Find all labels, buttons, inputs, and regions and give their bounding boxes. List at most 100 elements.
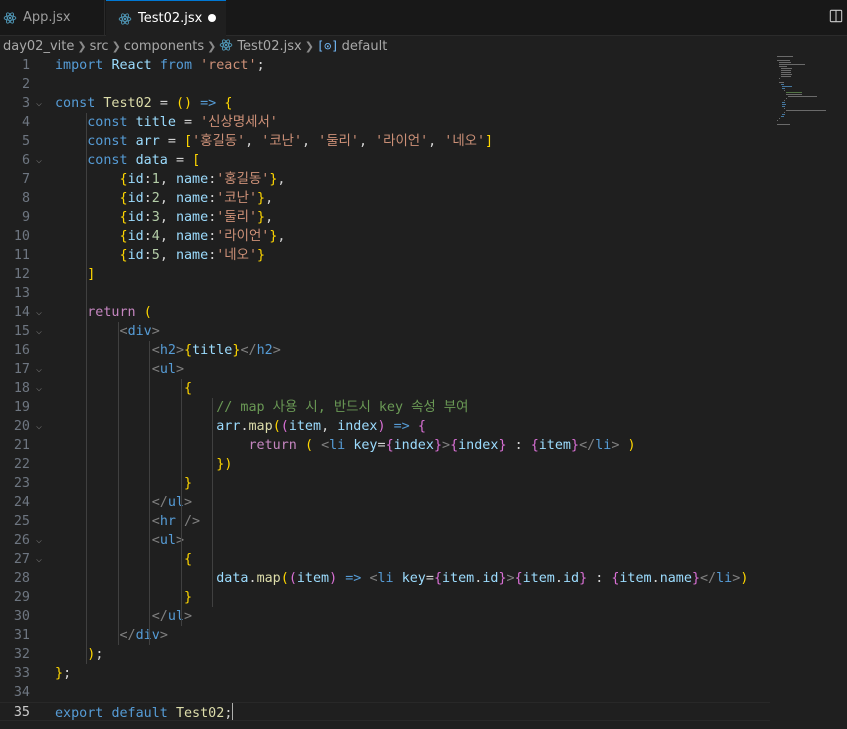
breadcrumb-item-components[interactable]: components: [124, 39, 204, 54]
code-line[interactable]: 10 {id:4, name:'라이언'},: [0, 227, 770, 246]
code-line[interactable]: 12 ]: [0, 265, 770, 284]
indent-guide: [212, 398, 213, 607]
fold-chevron-icon[interactable]: ⌵: [36, 151, 42, 170]
fold-chevron-icon[interactable]: ⌵: [36, 360, 42, 379]
code-text: return ( <li key={index}>{index} : {item…: [248, 438, 636, 453]
line-number: 20: [13, 419, 30, 434]
line-number: 31: [13, 628, 30, 643]
code-line[interactable]: 14 ⌵ return (: [0, 303, 770, 322]
code-line[interactable]: 6 ⌵ const data = [: [0, 151, 770, 170]
code-line[interactable]: 26 ⌵ <ul>: [0, 531, 770, 550]
minimap-line: [777, 60, 791, 61]
breadcrumb-item-project[interactable]: day02_vite: [3, 39, 74, 54]
line-number: 4: [21, 115, 30, 130]
minimap-line: [778, 118, 780, 119]
tab-test02-jsx[interactable]: Test02.jsx: [106, 0, 226, 36]
code-editor[interactable]: 1 import React from 'react'; 2 3 ⌵ const Test…: [0, 56, 847, 729]
line-number: 19: [13, 400, 30, 415]
breadcrumb-item-file[interactable]: Test02.jsx: [219, 38, 302, 54]
code-text: };: [55, 666, 72, 681]
code-line[interactable]: 7 {id:1, name:'홍길동'},: [0, 170, 770, 189]
minimap-line: [782, 104, 786, 105]
minimap-line: [778, 82, 784, 83]
code-line[interactable]: 29 }: [0, 588, 770, 607]
fold-chevron-icon[interactable]: ⌵: [36, 322, 42, 341]
code-text: const arr = ['홍길동', '코난', '둘리', '라이언', '…: [87, 134, 494, 149]
split-editor-icon[interactable]: [829, 9, 843, 23]
code-line[interactable]: 21 return ( <li key={index}>{index} : {i…: [0, 436, 770, 455]
minimap-line: [784, 112, 785, 113]
code-line[interactable]: 33};: [0, 664, 770, 683]
tab-app-jsx[interactable]: App.jsx: [0, 0, 105, 35]
code-line[interactable]: 22 }): [0, 455, 770, 474]
line-number: 6: [21, 153, 30, 168]
code-text: </ul>: [151, 609, 193, 624]
minimap-line: [782, 102, 786, 103]
line-number: 25: [13, 514, 30, 529]
code-line[interactable]: 23 }: [0, 474, 770, 493]
fold-chevron-icon[interactable]: ⌵: [36, 303, 42, 322]
fold-chevron-icon[interactable]: ⌵: [36, 531, 42, 550]
code-line[interactable]: 32 );: [0, 645, 770, 664]
line-number: 7: [21, 172, 30, 187]
code-line[interactable]: 30 </ul>: [0, 607, 770, 626]
code-line[interactable]: 16 <h2>{title}</h2>: [0, 341, 770, 360]
line-number: 14: [13, 305, 30, 320]
fold-chevron-icon[interactable]: ⌵: [36, 379, 42, 398]
breadcrumb-item-src[interactable]: src: [90, 39, 109, 54]
line-number: 34: [13, 685, 30, 700]
minimap-line: [778, 62, 792, 63]
chevron-right-icon: ❯: [304, 39, 314, 53]
line-number: 30: [13, 609, 30, 624]
minimap-line: [780, 72, 792, 73]
code-line[interactable]: 28 data.map((item) => <li key={item.id}>…: [0, 569, 770, 588]
minimap-line: [786, 110, 826, 111]
code-line[interactable]: 4 const title = '신상명세서': [0, 113, 770, 132]
code-line[interactable]: 2: [0, 75, 770, 94]
code-line[interactable]: 9 {id:3, name:'둘리'},: [0, 208, 770, 227]
code-text: {id:3, name:'둘리'},: [119, 210, 274, 225]
code-text: }): [216, 457, 233, 472]
code-text: </div>: [119, 628, 168, 643]
line-number: 16: [13, 343, 30, 358]
line-number: 24: [13, 495, 30, 510]
minimap-line: [787, 96, 817, 97]
code-line[interactable]: 18 ⌵ {: [0, 379, 770, 398]
code-line[interactable]: 25 <hr />: [0, 512, 770, 531]
code-text: const Test02 = () => {: [55, 96, 233, 111]
line-number: 33: [13, 666, 30, 681]
code-line[interactable]: 5 const arr = ['홍길동', '코난', '둘리', '라이언',…: [0, 132, 770, 151]
code-line[interactable]: 27 ⌵ {: [0, 550, 770, 569]
code-line[interactable]: 31 </div>: [0, 626, 770, 645]
breadcrumb-item-symbol[interactable]: [⊙] default: [317, 39, 387, 54]
code-line[interactable]: 17 ⌵ <ul>: [0, 360, 770, 379]
line-number: 22: [13, 457, 30, 472]
code-line[interactable]: 19 // map 사용 시, 반드시 key 속성 부여: [0, 398, 770, 417]
minimap-line: [782, 114, 786, 115]
fold-chevron-icon[interactable]: ⌵: [36, 94, 42, 113]
code-line[interactable]: 34: [0, 683, 770, 702]
code-text: {: [184, 381, 193, 396]
minimap-line: [784, 108, 785, 109]
fold-chevron-icon[interactable]: ⌵: [36, 417, 42, 436]
code-line[interactable]: 8 {id:2, name:'코난'},: [0, 189, 770, 208]
minimap-line: [778, 78, 780, 79]
code-line[interactable]: 20 ⌵ arr.map((item, index) => {: [0, 417, 770, 436]
code-line[interactable]: 11 {id:5, name:'네오'}: [0, 246, 770, 265]
minimap[interactable]: [777, 56, 837, 136]
breadcrumb: day02_vite ❯ src ❯ components ❯ Test02.j…: [0, 36, 847, 56]
code-line[interactable]: 15 ⌵ <div>: [0, 322, 770, 341]
code-line[interactable]: 3 ⌵ const Test02 = () => {: [0, 94, 770, 113]
code-text: {id:2, name:'코난'},: [119, 191, 274, 206]
react-icon: [220, 39, 233, 51]
code-line[interactable]: 24 </ul>: [0, 493, 770, 512]
fold-chevron-icon[interactable]: ⌵: [36, 550, 42, 569]
code-line[interactable]: 13: [0, 284, 770, 303]
chevron-right-icon: ❯: [77, 39, 87, 53]
code-line[interactable]: 35 export default Test02;: [0, 702, 770, 721]
minimap-line: [784, 100, 785, 101]
unsaved-dot-icon[interactable]: [208, 14, 216, 22]
code-line[interactable]: 1 import React from 'react';: [0, 56, 770, 75]
minimap-line: [786, 92, 802, 93]
minimap-line: [784, 90, 785, 91]
